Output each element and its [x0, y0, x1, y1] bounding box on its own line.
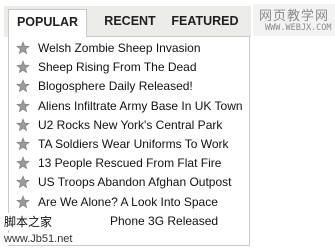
- popular-posts-widget: POPULAR RECENT FEATURED Welsh Zombie She…: [4, 6, 251, 246]
- bottom-watermark-url: www.Jb51.net: [4, 233, 75, 245]
- list-item-title: Sheep Rising From The Dead: [38, 60, 197, 75]
- star-icon: [16, 175, 30, 189]
- watermark-site-url: WWW.WEBJX.COM: [265, 23, 332, 33]
- tab-featured[interactable]: FEATURED: [170, 6, 240, 37]
- tab-recent[interactable]: RECENT: [90, 6, 170, 37]
- list-item-title: TA Soldiers Wear Uniforms To Work: [38, 136, 229, 151]
- star-icon: [16, 156, 30, 170]
- list-item-title: Welsh Zombie Sheep Invasion: [38, 41, 201, 55]
- list-item[interactable]: Aliens Infiltrate Army Base In UK Town: [9, 97, 249, 116]
- star-icon: [16, 137, 30, 151]
- top-watermark: 网页教学网 WWW.WEBJX.COM: [253, 4, 335, 36]
- list-item[interactable]: Welsh Zombie Sheep Invasion: [9, 39, 249, 58]
- list-item-title: US Troops Abandon Afghan Outpost: [38, 175, 232, 190]
- list-item-title: Phone 3G Released: [110, 213, 219, 228]
- list-item-title: Aliens Infiltrate Army Base In UK Town: [38, 98, 243, 113]
- list-item[interactable]: US Troops Abandon Afghan Outpost: [9, 173, 249, 192]
- star-icon: [16, 194, 30, 209]
- post-list: Welsh Zombie Sheep Invasion Sheep Rising…: [9, 39, 249, 231]
- list-item[interactable]: 13 People Rescued From Flat Fire: [9, 154, 249, 173]
- list-item-title: 13 People Rescued From Flat Fire: [38, 156, 222, 171]
- list-item[interactable]: Are We Alone? A Look Into Space: [9, 193, 249, 212]
- star-icon: [16, 98, 30, 113]
- list-item[interactable]: TA Soldiers Wear Uniforms To Work: [9, 135, 249, 154]
- star-icon: [16, 60, 30, 74]
- star-icon: [16, 117, 30, 132]
- list-item[interactable]: Blogosphere Daily Released!: [9, 77, 249, 96]
- tab-bar: POPULAR RECENT FEATURED: [4, 6, 251, 37]
- star-icon: [16, 41, 30, 55]
- list-item-title: Are We Alone? A Look Into Space: [38, 194, 218, 209]
- bottom-watermark-name: 脚本之家: [4, 213, 54, 230]
- tab-popular[interactable]: POPULAR: [8, 9, 87, 37]
- list-item[interactable]: U2 Rocks New York's Central Park: [9, 116, 249, 135]
- list-item[interactable]: Sheep Rising From The Dead: [9, 58, 249, 77]
- list-item-title: Blogosphere Daily Released!: [38, 79, 193, 94]
- star-icon: [16, 79, 30, 93]
- list-item-title: U2 Rocks New York's Central Park: [38, 117, 223, 132]
- watermark-site-name: 网页教学网: [259, 9, 330, 24]
